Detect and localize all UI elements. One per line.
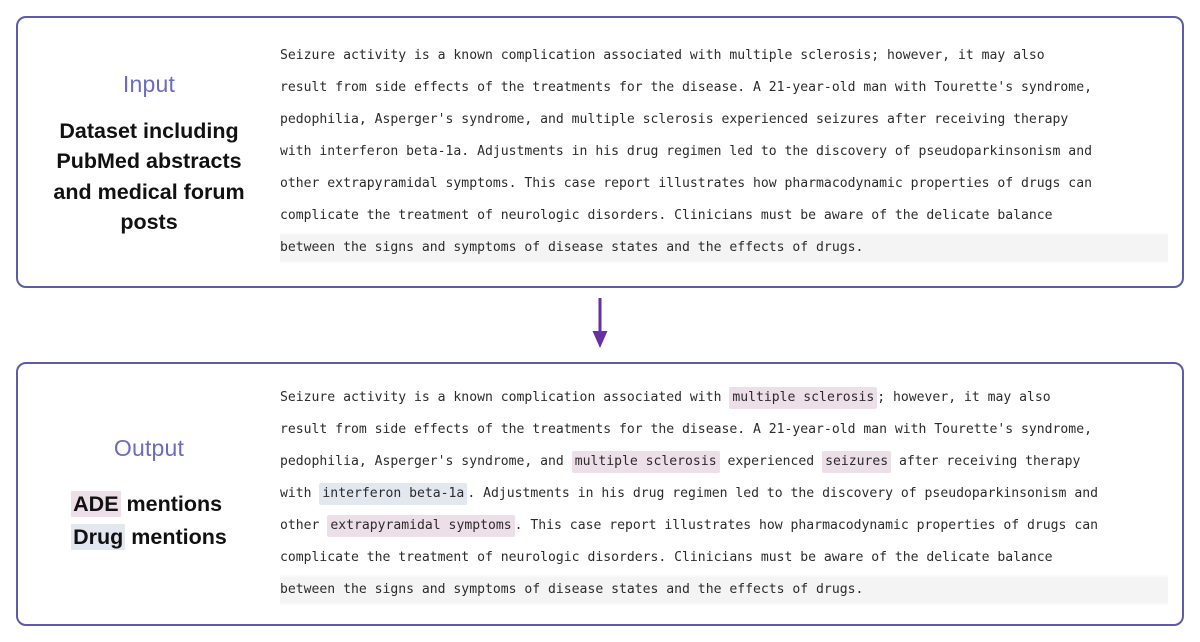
input-text-line: complicate the treatment of neurologic d…: [280, 208, 1053, 223]
legend-item: ADE mentions: [71, 489, 222, 520]
legend-item-label: mentions: [120, 492, 223, 517]
output-text-line: complicate the treatment of neurologic d…: [280, 550, 1053, 565]
input-text-line: between the signs and symptoms of diseas…: [280, 232, 1168, 264]
ade-entity-highlight: seizures: [822, 451, 892, 473]
ade-entity-highlight: multiple sclerosis: [729, 387, 878, 409]
legend-drug-swatch: Drug: [71, 523, 126, 550]
input-document: Seizure activity is a known complication…: [280, 40, 1168, 264]
down-arrow-icon: [587, 298, 613, 350]
input-text-line: other extrapyramidal symptoms. This case…: [280, 176, 1092, 191]
input-panel: Input Dataset including PubMed abstracts…: [16, 16, 1184, 288]
output-panel: Output ADE mentions Drug mentions Seizure…: [16, 362, 1184, 626]
output-stage-title: Output: [113, 434, 185, 461]
legend-ade-swatch: ADE: [71, 491, 121, 518]
output-label-column: Output ADE mentions Drug mentions: [18, 364, 280, 624]
input-label-column: Input Dataset including PubMed abstracts…: [18, 18, 280, 286]
input-text-line: result from side effects of the treatmen…: [280, 80, 1092, 95]
output-legend: ADE mentions Drug mentions: [71, 489, 227, 552]
output-text-line: Seizure activity is a known complication…: [280, 382, 1168, 414]
output-text-column: Seizure activity is a known complication…: [280, 364, 1182, 624]
input-text-line: pedophilia, Asperger's syndrome, and mul…: [280, 112, 1069, 127]
output-text-line: between the signs and symptoms of diseas…: [280, 574, 1168, 606]
legend-item-label: mentions: [125, 524, 227, 549]
input-stage-title: Input: [122, 71, 176, 98]
input-text-line: with interferon beta-1a. Adjustments in …: [280, 144, 1092, 159]
input-text-line: Seizure activity is a known complication…: [280, 48, 1045, 63]
input-stage-description: Dataset including PubMed abstracts and m…: [53, 118, 245, 235]
input-text-column: Seizure activity is a known complication…: [280, 18, 1182, 286]
output-text-line: result from side effects of the treatmen…: [280, 422, 1092, 437]
output-text-line: with interferon beta-1a. Adjustments in …: [280, 478, 1168, 510]
legend-item: Drug mentions: [71, 522, 227, 553]
ade-entity-highlight: multiple sclerosis: [571, 451, 720, 473]
drug-entity-highlight: interferon beta-1a: [319, 483, 468, 505]
pipeline-figure: Input Dataset including PubMed abstracts…: [0, 0, 1200, 642]
ade-entity-highlight: extrapyramidal symptoms: [327, 515, 515, 537]
output-text-line: pedophilia, Asperger's syndrome, and mul…: [280, 446, 1168, 478]
output-annotated-document: Seizure activity is a known complication…: [280, 382, 1168, 606]
output-text-line: other extrapyramidal symptoms. This case…: [280, 510, 1168, 542]
